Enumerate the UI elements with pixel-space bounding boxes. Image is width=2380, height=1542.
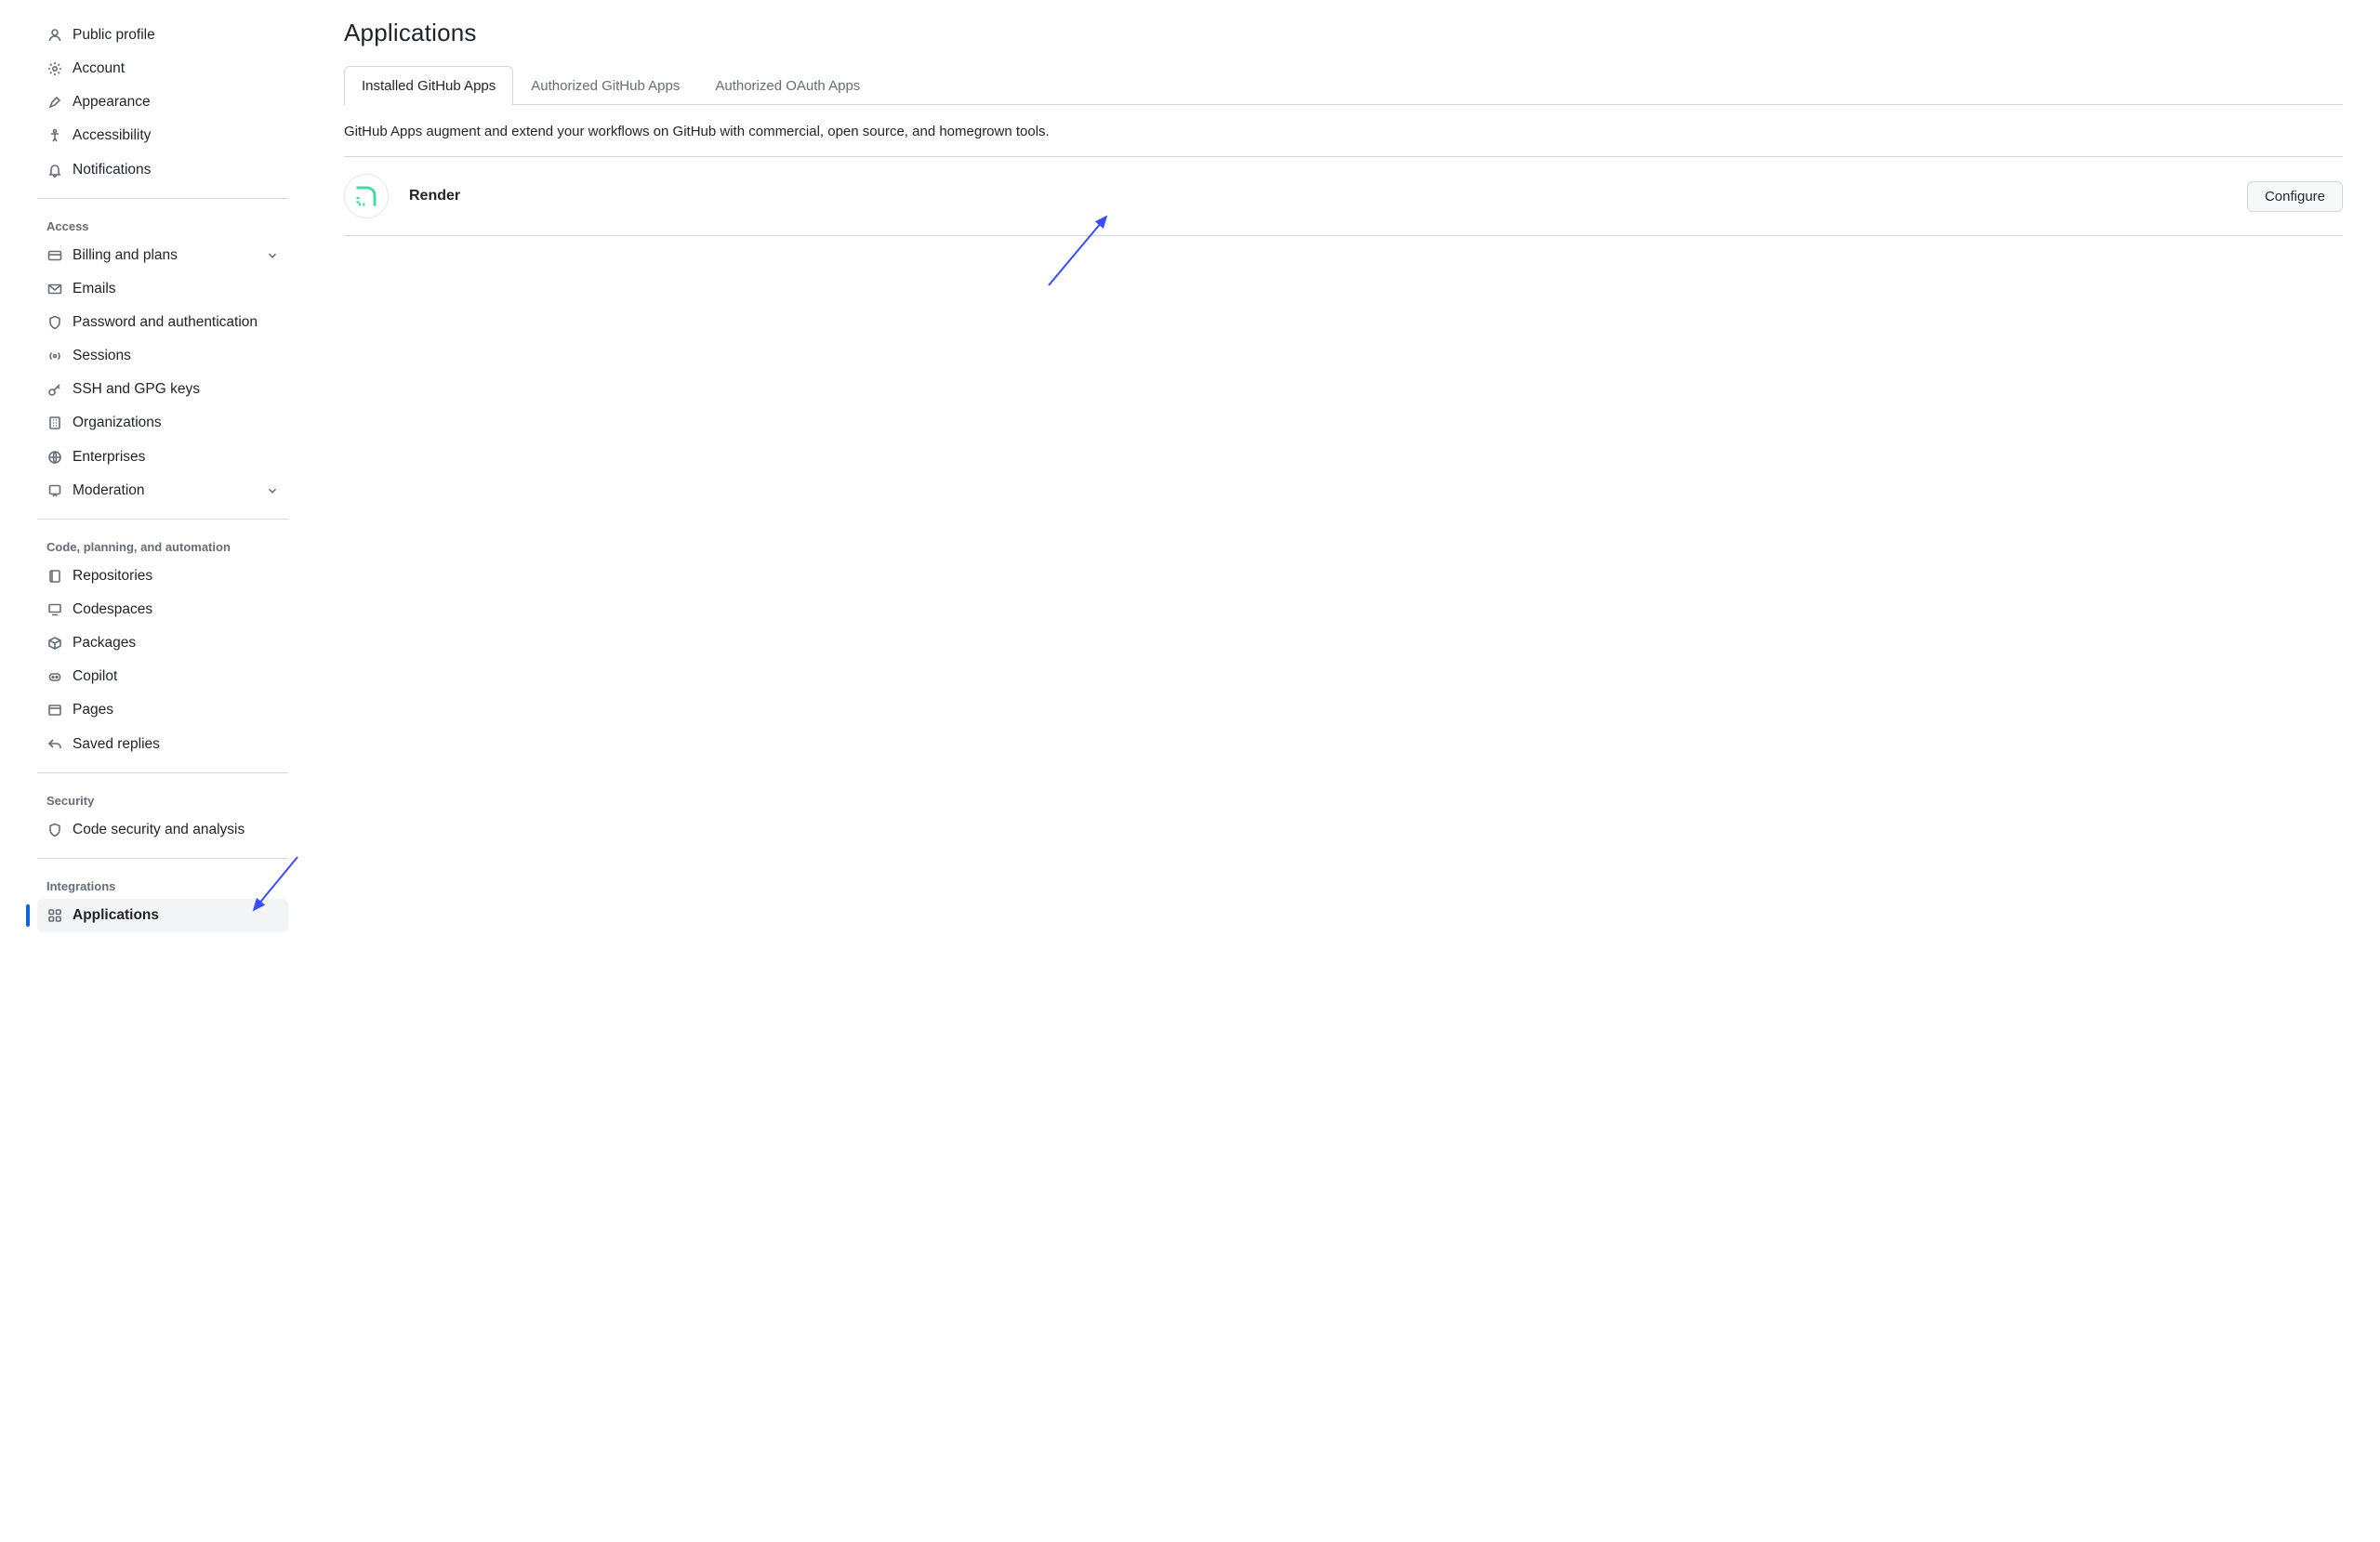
section-label-code: Code, planning, and automation [37,531,288,560]
chevron-down-icon [266,484,279,497]
sidebar-item-saved-replies[interactable]: Saved replies [37,728,288,761]
sidebar-item-code-security[interactable]: Code security and analysis [37,813,288,847]
tab-authorized-oauth-apps[interactable]: Authorized OAuth Apps [697,66,878,105]
sidebar-item-label: Enterprises [73,448,145,467]
accessibility-icon [46,127,63,144]
sidebar-item-appearance[interactable]: Appearance [37,86,288,119]
tab-panel: GitHub Apps augment and extend your work… [344,105,2343,236]
panel-description: GitHub Apps augment and extend your work… [344,124,2343,139]
sidebar-code-list: Repositories Codespaces Packages Copilot… [37,560,288,761]
mail-icon [46,281,63,297]
package-icon [46,635,63,652]
sidebar-item-sessions[interactable]: Sessions [37,339,288,373]
sidebar-item-label: Accessibility [73,126,151,145]
sidebar-item-packages[interactable]: Packages [37,626,288,660]
sidebar-item-label: Appearance [73,93,151,112]
sidebar-item-label: SSH and GPG keys [73,380,200,399]
sidebar-item-repositories[interactable]: Repositories [37,560,288,593]
sidebar-item-codespaces[interactable]: Codespaces [37,593,288,626]
codespaces-icon [46,601,63,618]
configure-button[interactable]: Configure [2247,181,2343,212]
sidebar-item-enterprises[interactable]: Enterprises [37,441,288,474]
divider [37,772,288,773]
sidebar-item-label: Moderation [73,481,145,500]
copilot-icon [46,668,63,685]
sidebar-item-applications[interactable]: Applications [37,899,288,932]
credit-card-icon [46,247,63,264]
browser-icon [46,702,63,718]
sidebar-item-label: Notifications [73,161,151,179]
sidebar-item-billing[interactable]: Billing and plans [37,239,288,272]
section-label-security: Security [37,784,288,813]
sidebar-item-emails[interactable]: Emails [37,272,288,306]
repo-icon [46,568,63,585]
sidebar-item-label: Emails [73,280,116,298]
sidebar-item-accessibility[interactable]: Accessibility [37,119,288,152]
paintbrush-icon [46,94,63,111]
app-avatar[interactable] [344,174,389,218]
sidebar-security-list: Code security and analysis [37,813,288,847]
sidebar-item-account[interactable]: Account [37,52,288,86]
sidebar-item-password[interactable]: Password and authentication [37,306,288,339]
sidebar-item-label: Applications [73,906,159,925]
sidebar-item-label: Billing and plans [73,246,178,265]
sidebar-item-copilot[interactable]: Copilot [37,660,288,693]
sidebar-item-public-profile[interactable]: Public profile [37,19,288,52]
sidebar-item-label: Account [73,59,125,78]
sidebar-item-label: Saved replies [73,735,160,754]
section-label-integrations: Integrations [37,870,288,899]
sidebar-item-organizations[interactable]: Organizations [37,406,288,440]
installed-apps-list: Render Configure [344,156,2343,236]
sidebar-item-label: Pages [73,701,113,719]
shield-lock-icon [46,822,63,838]
tab-authorized-github-apps[interactable]: Authorized GitHub Apps [513,66,697,105]
sidebar-top-list: Public profile Account Appearance Access… [37,19,288,187]
main-content: Applications Installed GitHub Apps Autho… [316,19,2343,1505]
tab-installed-github-apps[interactable]: Installed GitHub Apps [344,66,513,105]
sidebar-item-label: Codespaces [73,600,152,619]
sidebar-item-pages[interactable]: Pages [37,693,288,727]
organization-icon [46,415,63,431]
divider [37,519,288,520]
sidebar-item-label: Sessions [73,347,131,365]
sidebar-item-notifications[interactable]: Notifications [37,153,288,187]
tabs: Installed GitHub Apps Authorized GitHub … [344,66,2343,105]
sidebar-integrations-list: Applications [37,899,288,932]
sidebar-item-ssh-keys[interactable]: SSH and GPG keys [37,373,288,406]
sidebar-item-label: Public profile [73,26,155,45]
person-icon [46,27,63,44]
sidebar-item-moderation[interactable]: Moderation [37,474,288,507]
globe-icon [46,449,63,466]
broadcast-icon [46,348,63,364]
apps-icon [46,907,63,924]
sidebar-access-list: Billing and plans Emails Password and au… [37,239,288,507]
gear-icon [46,60,63,77]
app-row: Render Configure [344,157,2343,236]
section-label-access: Access [37,210,288,239]
render-logo-icon [354,184,378,208]
sidebar-item-label: Organizations [73,414,162,432]
sidebar-item-label: Packages [73,634,136,652]
sidebar-item-label: Repositories [73,567,152,586]
divider [37,858,288,859]
report-icon [46,482,63,499]
bell-icon [46,162,63,178]
divider [37,198,288,199]
sidebar-item-label: Code security and analysis [73,821,245,839]
sidebar-item-label: Copilot [73,667,117,686]
key-icon [46,381,63,398]
sidebar-item-label: Password and authentication [73,313,258,332]
chevron-down-icon [266,249,279,262]
reply-icon [46,736,63,753]
settings-sidebar: Public profile Account Appearance Access… [37,19,316,1505]
app-name-link[interactable]: Render [409,188,460,204]
shield-lock-icon [46,314,63,331]
page-title: Applications [344,19,2343,47]
